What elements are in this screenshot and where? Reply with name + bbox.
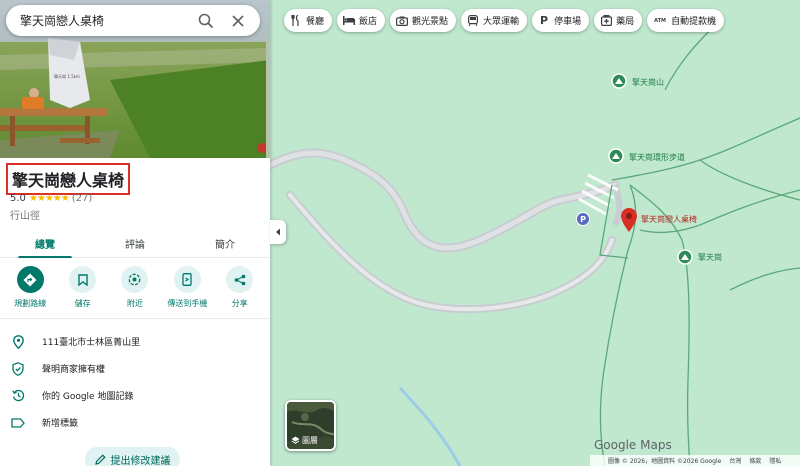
camera-icon xyxy=(396,15,409,27)
place-panel: 擎天崗 1.5km 擎天崗戀人桌椅 擎天崗戀人桌椅 5.0 ★★★★★ (27)… xyxy=(0,0,270,466)
action-buttons: 規劃路線 儲存 附近 傳送到手機 分享 xyxy=(0,266,270,314)
parking-poi-icon[interactable]: P xyxy=(576,212,590,226)
selected-place-label[interactable]: 擎天崗戀人桌椅 xyxy=(641,214,697,225)
place-title: 擎天崗戀人桌椅 xyxy=(12,171,125,190)
review-count[interactable]: (27) xyxy=(72,193,93,204)
directions-icon xyxy=(16,266,44,293)
action-label: 規劃路線 xyxy=(14,299,47,308)
chevron-left-icon xyxy=(276,228,280,236)
region-link[interactable]: 台灣 xyxy=(729,456,741,465)
area-label[interactable]: 擎天崗 xyxy=(698,252,722,263)
chip-transit[interactable]: 大眾運輸 xyxy=(461,9,528,32)
category-chips: 餐廳 飯店 觀光景點 大眾運輸 P 停車場 藥局 ATM 自動提款機 xyxy=(284,9,725,32)
share-button[interactable]: 分享 xyxy=(214,266,266,314)
chip-pharmacy[interactable]: 藥局 xyxy=(594,9,643,32)
location-pin-icon xyxy=(10,334,26,350)
privacy-link[interactable]: 隱私 xyxy=(769,456,781,465)
send-to-phone-icon xyxy=(173,266,201,293)
chip-parking[interactable]: P 停車場 xyxy=(532,9,590,32)
mountain-label[interactable]: 擎天崗山 xyxy=(632,77,664,88)
chip-label: 飯店 xyxy=(359,17,378,27)
tab-about[interactable]: 簡介 xyxy=(180,228,270,257)
maps-history-row[interactable]: 你的 Google 地圖記錄 xyxy=(0,382,270,409)
chip-label: 大眾運輸 xyxy=(483,17,520,27)
rating-value: 5.0 xyxy=(10,193,26,204)
divider xyxy=(0,318,270,319)
place-category[interactable]: 行山徑 xyxy=(10,207,40,222)
map-footer: 圖像 © 2026，地圖資料 ©2026 Google 台灣 條款 隱私 xyxy=(590,455,800,466)
search-box[interactable]: 擎天崗戀人桌椅 xyxy=(6,5,260,36)
pharmacy-icon xyxy=(600,15,612,27)
maps-history-text: 你的 Google 地圖記錄 xyxy=(42,392,134,402)
info-list: 111臺北市士林區菁山里 聲明商家擁有權 你的 Google 地圖記錄 新增標籤 xyxy=(0,328,270,436)
tab-reviews[interactable]: 評論 xyxy=(90,228,180,257)
chip-attractions[interactable]: 觀光景點 xyxy=(390,9,457,32)
layers-label: 圖層 xyxy=(291,435,318,446)
search-icon[interactable] xyxy=(194,9,218,33)
nearby-icon xyxy=(121,266,149,293)
action-label: 儲存 xyxy=(74,299,91,308)
google-maps-logo: Google Maps xyxy=(594,438,672,452)
hotel-icon xyxy=(343,15,356,27)
trail-poi-icon[interactable] xyxy=(608,148,624,164)
chip-label: 自動提款機 xyxy=(671,17,717,27)
place-title-highlight: 擎天崗戀人桌椅 xyxy=(6,163,131,195)
layers-button[interactable]: 圖層 xyxy=(285,400,336,451)
sign-text: 擎天崗 1.5km xyxy=(54,73,80,79)
save-button[interactable]: 儲存 xyxy=(57,266,109,314)
action-label: 分享 xyxy=(231,299,248,308)
tab-overview[interactable]: 總覽 xyxy=(0,228,90,258)
claim-business-text: 聲明商家擁有權 xyxy=(42,365,106,375)
close-icon[interactable] xyxy=(226,9,250,33)
place-tabs: 總覽 評論 簡介 xyxy=(0,228,270,258)
send-to-phone-button[interactable]: 傳送到手機 xyxy=(161,266,213,314)
chip-restaurants[interactable]: 餐廳 xyxy=(284,9,333,32)
restaurant-icon xyxy=(290,15,302,27)
star-rating-icon: ★★★★★ xyxy=(28,193,70,204)
nearby-button[interactable]: 附近 xyxy=(109,266,161,314)
action-label: 附近 xyxy=(126,299,143,308)
verified-shield-icon xyxy=(10,361,26,377)
terms-link[interactable]: 條款 xyxy=(749,456,761,465)
chip-label: 餐廳 xyxy=(306,17,325,27)
collapse-panel-button[interactable] xyxy=(270,220,286,244)
history-icon xyxy=(10,388,26,404)
svg-text:P: P xyxy=(580,215,586,224)
area-poi-icon[interactable] xyxy=(677,249,693,265)
rating-row[interactable]: 5.0 ★★★★★ (27) xyxy=(10,193,92,204)
address-text: 111臺北市士林區菁山里 xyxy=(42,338,141,348)
selected-place-pin-icon[interactable] xyxy=(621,208,637,232)
bookmark-icon xyxy=(69,266,97,293)
chip-label: 觀光景點 xyxy=(412,17,449,27)
chip-hotels[interactable]: 飯店 xyxy=(337,9,386,32)
directions-button[interactable]: 規劃路線 xyxy=(4,266,56,314)
chip-atm[interactable]: ATM 自動提款機 xyxy=(647,9,725,32)
label-icon xyxy=(10,415,26,431)
attribution: 圖像 © 2026，地圖資料 ©2026 Google xyxy=(608,458,722,465)
maps-app: 擎天崗山 擎天崗環形步道 P 擎天崗戀人桌椅 擎天崗 餐廳 飯店 觀光景點 大眾… xyxy=(0,0,800,466)
add-label-text: 新增標籤 xyxy=(42,419,79,429)
trail-label[interactable]: 擎天崗環形步道 xyxy=(629,152,685,163)
chip-label: 藥局 xyxy=(616,17,635,27)
parking-icon: P xyxy=(540,14,549,27)
share-icon xyxy=(226,266,254,293)
transit-icon xyxy=(467,15,479,27)
add-label-row[interactable]: 新增標籤 xyxy=(0,409,270,436)
pencil-icon xyxy=(94,453,106,465)
chip-label: 停車場 xyxy=(554,17,582,27)
claim-business-row[interactable]: 聲明商家擁有權 xyxy=(0,355,270,382)
search-input[interactable]: 擎天崗戀人桌椅 xyxy=(20,12,186,29)
address-row[interactable]: 111臺北市士林區菁山里 xyxy=(0,328,270,355)
suggest-edit-button[interactable]: 提出修改建議 xyxy=(85,447,180,466)
mountain-poi-icon[interactable] xyxy=(611,73,627,89)
atm-icon: ATM xyxy=(654,17,667,24)
suggest-edit-label: 提出修改建議 xyxy=(110,455,171,466)
action-label: 傳送到手機 xyxy=(167,299,208,308)
layers-icon xyxy=(291,436,300,444)
